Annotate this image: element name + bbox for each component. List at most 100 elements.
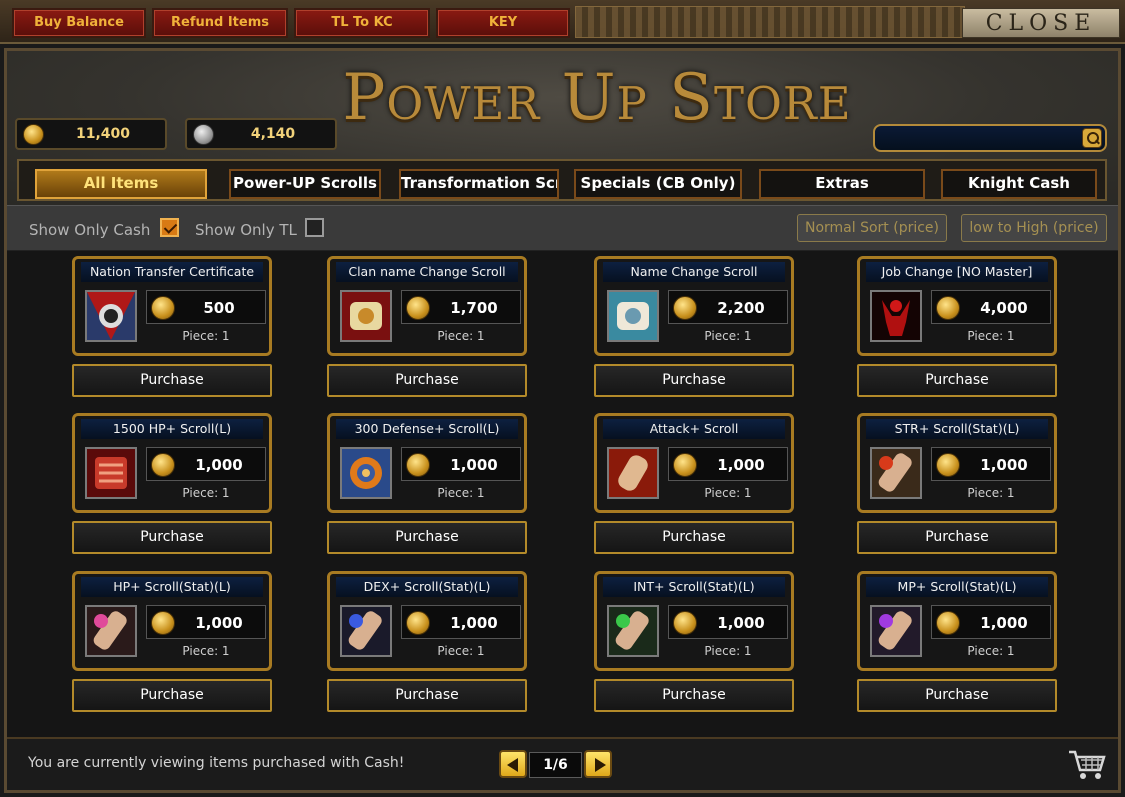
item-name: Name Change Scroll <box>603 262 785 282</box>
item-piece: Piece: 1 <box>704 329 752 343</box>
item-price: 2,200 <box>717 299 765 317</box>
tab-power-up-scrolls[interactable]: Power-UP Scrolls <box>229 169 381 199</box>
defense-scroll-icon <box>340 447 392 499</box>
item-price: 1,700 <box>450 299 498 317</box>
decorative-ornament <box>575 6 965 38</box>
store-window: Power Up Store 11,400 4,140 All Items Po… <box>4 48 1121 793</box>
refund-items-button[interactable]: Refund Items <box>152 8 288 38</box>
category-tabs: All Items Power-UP Scrolls Transformatio… <box>17 159 1107 201</box>
item-name: STR+ Scroll(Stat)(L) <box>866 419 1048 439</box>
purchase-button[interactable]: Purchase <box>594 679 794 712</box>
tab-knight-cash[interactable]: Knight Cash <box>941 169 1097 199</box>
purchase-button[interactable]: Purchase <box>857 364 1057 397</box>
purchase-button[interactable]: Purchase <box>594 364 794 397</box>
tab-transformation-scrolls[interactable]: Transformation Scr <box>399 169 559 199</box>
item-piece: Piece: 1 <box>704 486 752 500</box>
key-button[interactable]: KEY <box>436 8 570 38</box>
price-box: 1,000 <box>146 605 266 639</box>
show-only-tl-checkbox[interactable] <box>305 218 324 237</box>
show-only-cash-checkbox[interactable] <box>160 218 179 237</box>
low-to-high-sort-button[interactable]: low to High (price) <box>961 214 1107 242</box>
item-card: INT+ Scroll(Stat)(L) 1,000 Piece: 1 <box>594 571 794 671</box>
int-scroll-icon <box>607 605 659 657</box>
item-price: 1,000 <box>450 614 498 632</box>
item-card: 1500 HP+ Scroll(L) 1,000 Piece: 1 <box>72 413 272 513</box>
search-box <box>873 124 1107 152</box>
item-price: 1,000 <box>450 456 498 474</box>
store-title: Power Up Store <box>342 61 852 135</box>
gold-coin-icon <box>673 611 697 635</box>
item-name: HP+ Scroll(Stat)(L) <box>81 577 263 597</box>
purchase-button[interactable]: Purchase <box>594 521 794 554</box>
price-box: 2,200 <box>668 290 788 324</box>
price-box: 1,000 <box>931 605 1051 639</box>
gold-coin-icon <box>936 611 960 635</box>
mp-scroll-icon <box>870 605 922 657</box>
item-name: Job Change [NO Master] <box>866 262 1048 282</box>
dex-scroll-icon <box>340 605 392 657</box>
item-piece: Piece: 1 <box>182 644 230 658</box>
item-piece: Piece: 1 <box>967 329 1015 343</box>
price-box: 1,000 <box>931 447 1051 481</box>
item-card: DEX+ Scroll(Stat)(L) 1,000 Piece: 1 <box>327 571 527 671</box>
cart-icon[interactable] <box>1067 748 1107 782</box>
item-piece: Piece: 1 <box>967 486 1015 500</box>
page-indicator: 1/6 <box>529 752 582 778</box>
purchase-button[interactable]: Purchase <box>857 521 1057 554</box>
item-card: 300 Defense+ Scroll(L) 1,000 Piece: 1 <box>327 413 527 513</box>
store-header: Power Up Store 11,400 4,140 All Items Po… <box>7 51 1118 205</box>
top-bar: Buy Balance Refund Items TL To KC KEY CL… <box>0 0 1125 44</box>
tl-to-kc-button[interactable]: TL To KC <box>294 8 430 38</box>
show-only-tl-label: Show Only TL <box>195 221 297 239</box>
job-change-icon <box>870 290 922 342</box>
item-card: HP+ Scroll(Stat)(L) 1,000 Piece: 1 <box>72 571 272 671</box>
gold-coin-icon <box>673 296 697 320</box>
store-footer: You are currently viewing items purchase… <box>7 737 1118 790</box>
item-price: 1,000 <box>980 456 1028 474</box>
search-icon[interactable] <box>1082 128 1102 148</box>
tab-extras[interactable]: Extras <box>759 169 925 199</box>
gold-coin-icon <box>936 296 960 320</box>
show-only-cash-label: Show Only Cash <box>29 221 151 239</box>
item-card: Attack+ Scroll 1,000 Piece: 1 <box>594 413 794 513</box>
nation-transfer-icon <box>85 290 137 342</box>
item-card: MP+ Scroll(Stat)(L) 1,000 Piece: 1 <box>857 571 1057 671</box>
str-scroll-icon <box>870 447 922 499</box>
silver-balance: 4,140 <box>185 118 337 150</box>
price-box: 1,000 <box>668 605 788 639</box>
purchase-button[interactable]: Purchase <box>72 679 272 712</box>
buy-balance-button[interactable]: Buy Balance <box>12 8 146 38</box>
purchase-button[interactable]: Purchase <box>857 679 1057 712</box>
item-card: Job Change [NO Master] 4,000 Piece: 1 <box>857 256 1057 356</box>
purchase-button[interactable]: Purchase <box>72 364 272 397</box>
item-piece: Piece: 1 <box>182 329 230 343</box>
search-input[interactable] <box>881 129 1077 147</box>
item-piece: Piece: 1 <box>182 486 230 500</box>
prev-page-icon[interactable] <box>499 750 527 778</box>
close-button[interactable]: CLOSE <box>962 8 1120 38</box>
gold-balance: 11,400 <box>15 118 167 150</box>
price-box: 1,000 <box>146 447 266 481</box>
item-name: MP+ Scroll(Stat)(L) <box>866 577 1048 597</box>
item-name: INT+ Scroll(Stat)(L) <box>603 577 785 597</box>
purchase-button[interactable]: Purchase <box>327 364 527 397</box>
item-card: Clan name Change Scroll 1,700 Piece: 1 <box>327 256 527 356</box>
tab-specials[interactable]: Specials (CB Only) <box>574 169 742 199</box>
tab-all-items[interactable]: All Items <box>35 169 207 199</box>
hp-scroll-icon <box>85 447 137 499</box>
item-piece: Piece: 1 <box>437 329 485 343</box>
next-page-icon[interactable] <box>584 750 612 778</box>
gold-coin-icon <box>406 296 430 320</box>
item-price: 1,000 <box>195 456 243 474</box>
silver-balance-value: 4,140 <box>250 126 296 142</box>
purchase-button[interactable]: Purchase <box>327 679 527 712</box>
item-grid: Nation Transfer Certificate 500 Piece: 1… <box>7 252 1118 737</box>
name-scroll-icon <box>607 290 659 342</box>
filter-bar: Show Only Cash Show Only TL Normal Sort … <box>7 205 1118 251</box>
purchase-button[interactable]: Purchase <box>327 521 527 554</box>
footer-message: You are currently viewing items purchase… <box>28 755 405 771</box>
normal-sort-button[interactable]: Normal Sort (price) <box>797 214 947 242</box>
item-name: Nation Transfer Certificate <box>81 262 263 282</box>
purchase-button[interactable]: Purchase <box>72 521 272 554</box>
item-piece: Piece: 1 <box>704 644 752 658</box>
